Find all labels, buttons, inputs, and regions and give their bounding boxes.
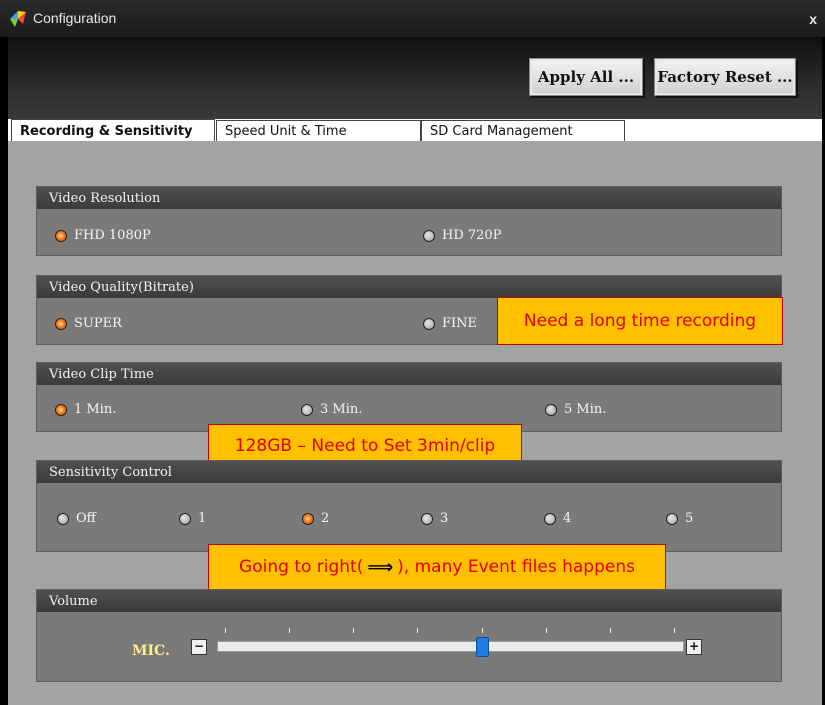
title-bar: Configuration x bbox=[0, 0, 825, 37]
radio-selected-icon bbox=[55, 229, 67, 242]
video-clip-time-group: Video Clip Time bbox=[36, 362, 782, 432]
radio-unselected-icon bbox=[423, 229, 435, 242]
annotation-going-right-prefix: Going to right( bbox=[239, 557, 364, 577]
radio-label: HD 720P bbox=[442, 228, 502, 243]
video-quality-header: Video Quality(Bitrate) bbox=[37, 276, 781, 298]
radio-unselected-icon bbox=[545, 403, 557, 416]
radio-unselected-icon bbox=[301, 403, 313, 416]
radio-label: Off bbox=[76, 511, 96, 526]
volume-tick bbox=[609, 628, 611, 633]
sensitivity-control-group: Sensitivity Control bbox=[36, 460, 782, 552]
app-logo-icon bbox=[9, 10, 27, 28]
radio-sensitivity-4[interactable]: 4 bbox=[544, 511, 571, 526]
radio-label: SUPER bbox=[74, 316, 122, 331]
radio-label: 1 Min. bbox=[74, 402, 117, 417]
radio-selected-icon bbox=[55, 403, 67, 416]
radio-unselected-icon bbox=[544, 512, 556, 525]
volume-tick bbox=[289, 628, 291, 633]
radio-label: 5 Min. bbox=[564, 402, 607, 417]
factory-reset-button[interactable]: Factory Reset ... bbox=[654, 58, 796, 96]
radio-label: 1 bbox=[198, 511, 207, 526]
annotation-going-right: Going to right( ⟹ ), many Event files ha… bbox=[208, 544, 666, 590]
volume-group: Volume bbox=[36, 589, 782, 682]
volume-tick bbox=[545, 628, 547, 633]
sensitivity-control-header: Sensitivity Control bbox=[37, 461, 781, 483]
volume-slider-track[interactable] bbox=[217, 641, 684, 652]
radio-sensitivity-off[interactable]: Off bbox=[57, 511, 96, 526]
close-button[interactable]: x bbox=[809, 11, 817, 27]
radio-label: FINE bbox=[442, 316, 478, 331]
radio-label: 5 bbox=[685, 511, 694, 526]
radio-sensitivity-5[interactable]: 5 bbox=[666, 511, 693, 526]
volume-tick bbox=[417, 628, 419, 633]
radio-fhd-1080p[interactable]: FHD 1080P bbox=[55, 228, 151, 243]
radio-sensitivity-1[interactable]: 1 bbox=[179, 511, 206, 526]
tab-bar: Recording & Sensitivity Speed Unit & Tim… bbox=[8, 119, 822, 142]
radio-label: FHD 1080P bbox=[74, 228, 151, 243]
radio-label: 3 bbox=[440, 511, 449, 526]
video-clip-time-header: Video Clip Time bbox=[37, 363, 781, 385]
tab-speed-unit-time[interactable]: Speed Unit & Time bbox=[216, 120, 421, 141]
volume-header: Volume bbox=[37, 590, 781, 612]
apply-all-button[interactable]: Apply All ... bbox=[529, 58, 643, 96]
radio-unselected-icon bbox=[421, 512, 433, 525]
right-arrow-icon: ⟹ bbox=[367, 556, 394, 578]
radio-unselected-icon bbox=[179, 512, 191, 525]
radio-label: 3 Min. bbox=[320, 402, 363, 417]
radio-1-min[interactable]: 1 Min. bbox=[55, 402, 116, 417]
radio-unselected-icon bbox=[423, 317, 435, 330]
tab-recording-sensitivity[interactable]: Recording & Sensitivity bbox=[11, 119, 215, 142]
video-resolution-group: Video Resolution bbox=[36, 186, 782, 256]
radio-hd-720p[interactable]: HD 720P bbox=[423, 228, 501, 243]
radio-fine[interactable]: FINE bbox=[423, 316, 477, 331]
radio-super[interactable]: SUPER bbox=[55, 316, 122, 331]
radio-sensitivity-2[interactable]: 2 bbox=[302, 511, 329, 526]
volume-increase-button[interactable]: + bbox=[686, 639, 702, 655]
volume-tick bbox=[481, 628, 483, 633]
mic-label: MIC. bbox=[132, 643, 170, 659]
volume-tick bbox=[225, 628, 226, 633]
volume-tick bbox=[353, 628, 355, 633]
video-resolution-header: Video Resolution bbox=[37, 187, 781, 209]
radio-5-min[interactable]: 5 Min. bbox=[545, 402, 606, 417]
radio-label: 2 bbox=[321, 511, 330, 526]
window-title: Configuration bbox=[33, 10, 117, 26]
annotation-long-recording: Need a long time recording bbox=[497, 297, 783, 345]
radio-unselected-icon bbox=[57, 512, 69, 525]
radio-unselected-icon bbox=[666, 512, 678, 525]
volume-decrease-button[interactable]: − bbox=[191, 639, 207, 655]
radio-selected-icon bbox=[55, 317, 67, 330]
configuration-window: Configuration x Apply All ... Factory Re… bbox=[0, 0, 825, 705]
toolbar: Apply All ... Factory Reset ... bbox=[8, 37, 822, 119]
radio-3-min[interactable]: 3 Min. bbox=[301, 402, 362, 417]
volume-tick bbox=[674, 628, 675, 633]
radio-selected-icon bbox=[302, 512, 314, 525]
annotation-going-right-suffix: ), many Event files happens bbox=[397, 557, 635, 577]
radio-label: 4 bbox=[563, 511, 572, 526]
radio-sensitivity-3[interactable]: 3 bbox=[421, 511, 448, 526]
tab-sd-card-management[interactable]: SD Card Management bbox=[421, 120, 625, 141]
volume-slider-thumb[interactable] bbox=[476, 637, 490, 657]
